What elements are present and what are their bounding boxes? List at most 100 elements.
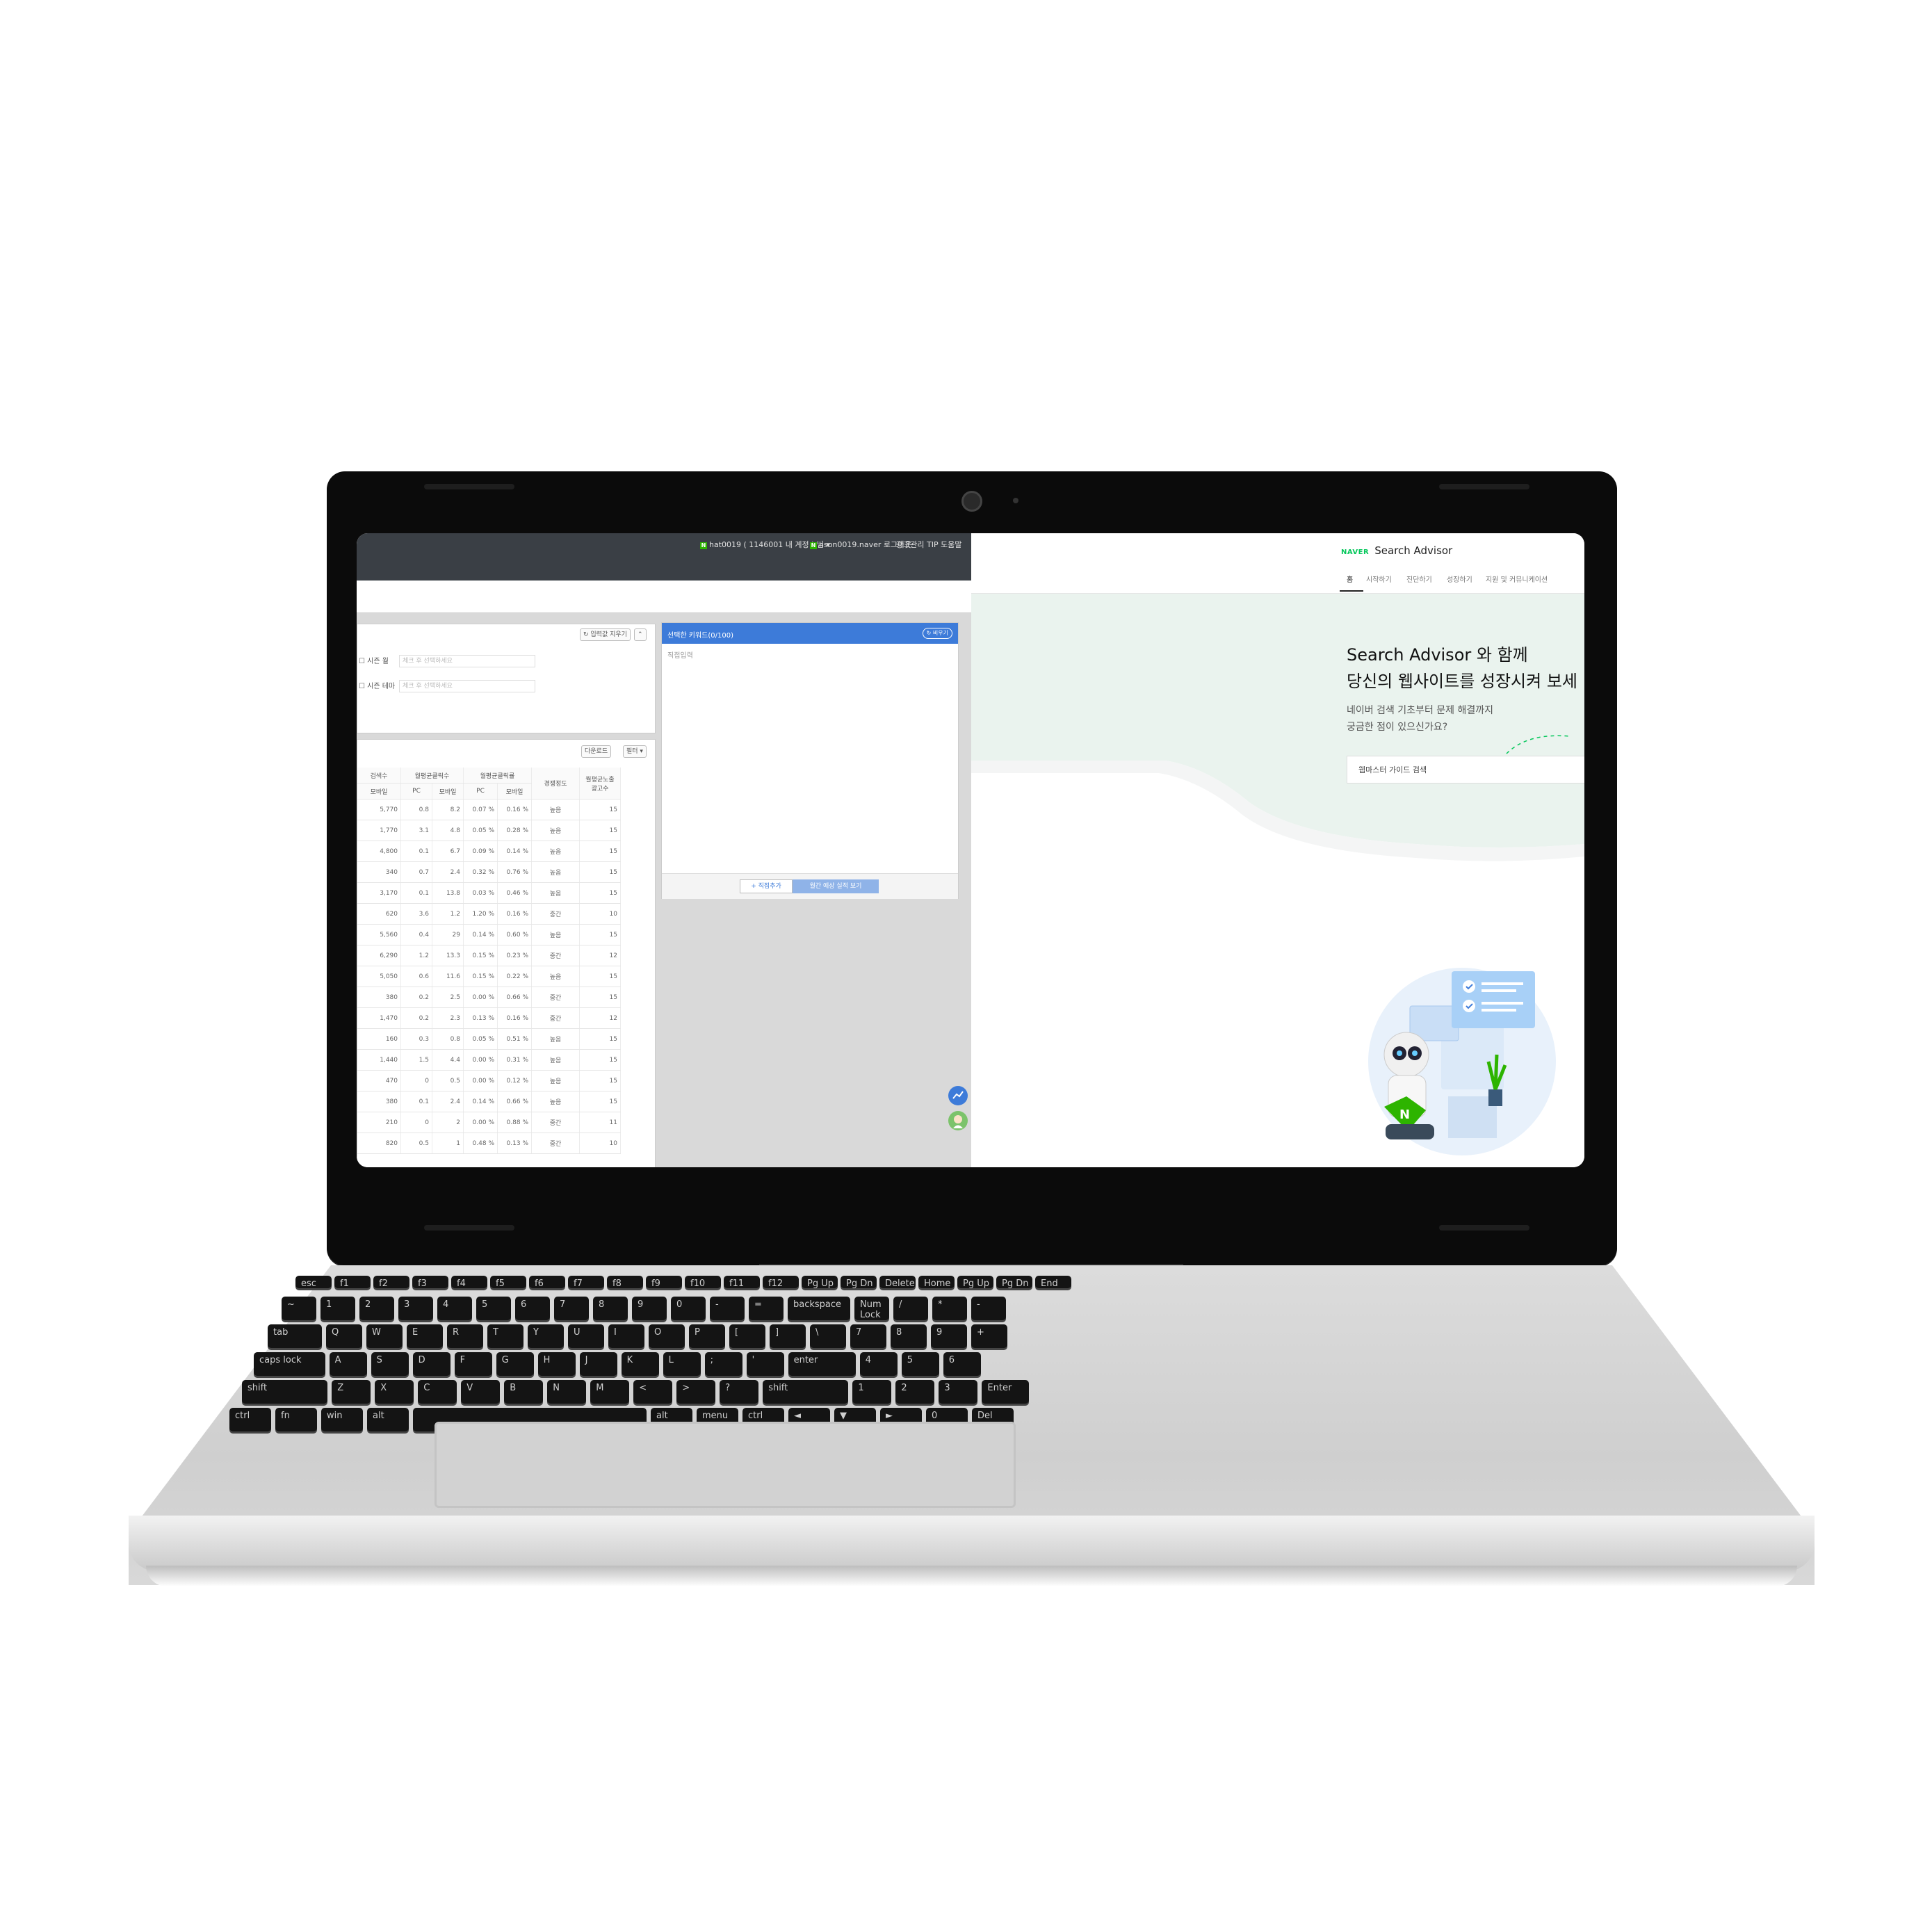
keyboard-key[interactable]: - (971, 1297, 1006, 1320)
keyboard-key[interactable]: f5 (490, 1276, 526, 1289)
keyboard-key[interactable]: 7 (850, 1324, 886, 1348)
keyboard-key[interactable]: ; (704, 1352, 742, 1376)
keyboard-key[interactable]: 4 (437, 1297, 472, 1320)
keyboard-key[interactable]: L (663, 1352, 701, 1376)
reset-button[interactable]: ↻ 비우기 (922, 628, 952, 639)
keyboard-key[interactable]: N (547, 1380, 587, 1404)
season-month-select[interactable]: 체크 후 선택하세요 (399, 655, 535, 667)
keyboard-key[interactable]: E (407, 1324, 443, 1348)
keyboard-key[interactable]: f6 (529, 1276, 565, 1289)
table-row[interactable]: 160 0.3 0.8 0.05 % 0.51 % 높음 15 (357, 1028, 621, 1050)
column-header[interactable]: PC (400, 783, 432, 799)
table-row[interactable]: 380 0.1 2.4 0.14 % 0.66 % 높음 15 (357, 1091, 621, 1112)
add-keyword-button[interactable]: + 직접추가 (740, 879, 793, 893)
keyboard-key[interactable]: * (932, 1297, 967, 1320)
keyboard-key[interactable]: + (971, 1324, 1007, 1348)
checkbox[interactable]: ☐ (359, 658, 365, 665)
keyboard-key[interactable]: C (418, 1380, 457, 1404)
checkbox[interactable]: ☐ (359, 683, 365, 690)
table-row[interactable]: 820 0.5 1 0.48 % 0.13 % 중간 10 (357, 1133, 621, 1154)
keyboard-key[interactable]: Pg Up (802, 1276, 838, 1289)
keyboard-key[interactable]: 1 (852, 1380, 892, 1404)
keyboard-key[interactable]: M (590, 1380, 630, 1404)
keyboard-key[interactable]: 1 (320, 1297, 355, 1320)
keyboard-key[interactable]: G (496, 1352, 534, 1376)
keyboard-key[interactable]: B (504, 1380, 544, 1404)
keyboard-key[interactable]: T (487, 1324, 523, 1348)
keyboard-key[interactable]: win (321, 1408, 363, 1431)
column-header[interactable]: 월평균클릭수 (400, 768, 464, 784)
keyboard-key[interactable]: R (447, 1324, 483, 1348)
nav-support[interactable]: 지원 및 커뮤니케이션 (1486, 574, 1548, 584)
keyboard-key[interactable]: P (689, 1324, 725, 1348)
support-avatar-icon[interactable] (948, 1110, 968, 1131)
table-row[interactable]: 1,440 1.5 4.4 0.00 % 0.31 % 높음 15 (357, 1049, 621, 1071)
keyboard-key[interactable]: K (621, 1352, 659, 1376)
keyboard-key[interactable]: ? (720, 1380, 759, 1404)
direct-input-area[interactable]: 직접입력 (667, 649, 693, 660)
keyboard-key[interactable]: shift (763, 1380, 849, 1404)
table-row[interactable]: 210 0 2 0.00 % 0.88 % 중간 11 (357, 1112, 621, 1133)
keyboard-key[interactable]: 8 (891, 1324, 927, 1348)
keyboard-key[interactable]: 2 (359, 1297, 394, 1320)
keyboard-key[interactable]: 5 (476, 1297, 511, 1320)
nav-home[interactable]: 홈 (1347, 574, 1353, 584)
table-row[interactable]: 6,290 1.2 13.3 0.15 % 0.23 % 중간 12 (357, 945, 621, 966)
keyboard-key[interactable]: I (608, 1324, 644, 1348)
keyboard-key[interactable]: [ (729, 1324, 765, 1348)
collapse-button[interactable]: ⌃ (634, 628, 647, 641)
keyboard-key[interactable]: 8 (593, 1297, 628, 1320)
clear-input-button[interactable]: ↻ 입력값 지우기 (580, 628, 631, 641)
keyboard-key[interactable]: U (568, 1324, 604, 1348)
keyboard-key[interactable]: tab (268, 1324, 322, 1348)
keyboard-key[interactable]: S (371, 1352, 409, 1376)
keyboard-key[interactable]: D (412, 1352, 450, 1376)
column-header[interactable]: 모바일 (497, 783, 532, 799)
column-header[interactable]: 모바일 (357, 783, 401, 799)
table-row[interactable]: 1,470 0.2 2.3 0.13 % 0.16 % 중간 12 (357, 1007, 621, 1029)
keyboard-key[interactable]: shift (242, 1380, 328, 1404)
keyboard-key[interactable]: 9 (931, 1324, 967, 1348)
column-header[interactable]: 월평균클릭률 (463, 768, 532, 784)
keyboard-key[interactable]: X (375, 1380, 414, 1404)
estimate-button[interactable]: 월간 예상 실적 보기 (793, 879, 879, 893)
keyboard-key[interactable]: f4 (451, 1276, 487, 1289)
keyboard-key[interactable]: f9 (646, 1276, 682, 1289)
trackpad[interactable] (435, 1422, 1016, 1508)
table-row[interactable]: 340 0.7 2.4 0.32 % 0.76 % 높음 15 (357, 861, 621, 883)
table-row[interactable]: 4,800 0.1 6.7 0.09 % 0.14 % 높음 15 (357, 841, 621, 862)
keyboard-key[interactable]: Y (528, 1324, 564, 1348)
keyboard-key[interactable]: 2 (895, 1380, 935, 1404)
keyboard-key[interactable]: Delete (879, 1276, 916, 1289)
column-header[interactable]: 경쟁정도 (531, 768, 580, 799)
keyboard-key[interactable]: Pg Up (957, 1276, 993, 1289)
keyboard-key[interactable]: / (893, 1297, 928, 1320)
keyboard-key[interactable]: 3 (939, 1380, 978, 1404)
table-row[interactable]: 5,560 0.4 29 0.14 % 0.60 % 높음 15 (357, 924, 621, 945)
nav-start[interactable]: 시작하기 (1366, 574, 1392, 584)
keyboard-key[interactable]: ' (746, 1352, 784, 1376)
keyboard-key[interactable]: fn (275, 1408, 317, 1431)
keyboard-key[interactable]: f11 (724, 1276, 760, 1289)
keyboard-key[interactable]: 5 (901, 1352, 939, 1376)
keyboard-key[interactable]: ] (770, 1324, 806, 1348)
column-header[interactable]: 모바일 (432, 783, 464, 799)
keyboard-key[interactable]: 0 (671, 1297, 706, 1320)
keyboard-key[interactable]: End (1035, 1276, 1071, 1289)
download-button[interactable]: 다운로드 (581, 745, 612, 758)
column-header[interactable]: 월평균노출 광고수 (579, 768, 621, 799)
keyboard-key[interactable]: Z (332, 1380, 371, 1404)
season-theme-select[interactable]: 체크 후 선택하세요 (399, 680, 535, 692)
keyboard-key[interactable]: \ (810, 1324, 846, 1348)
keyboard-key[interactable]: f8 (607, 1276, 643, 1289)
help-link[interactable]: 도움말 (941, 539, 961, 550)
keyboard-key[interactable]: Num Lock (854, 1297, 889, 1320)
keyboard-key[interactable]: H (537, 1352, 576, 1376)
keyboard-key[interactable]: > (676, 1380, 716, 1404)
keyboard-key[interactable]: f10 (685, 1276, 721, 1289)
keyboard-key[interactable]: 3 (398, 1297, 433, 1320)
keyboard-key[interactable]: f3 (412, 1276, 448, 1289)
tip-link[interactable]: 광고관리 TIP (896, 539, 939, 550)
keyboard-key[interactable]: f1 (334, 1276, 371, 1289)
keyboard-key[interactable]: J (579, 1352, 617, 1376)
